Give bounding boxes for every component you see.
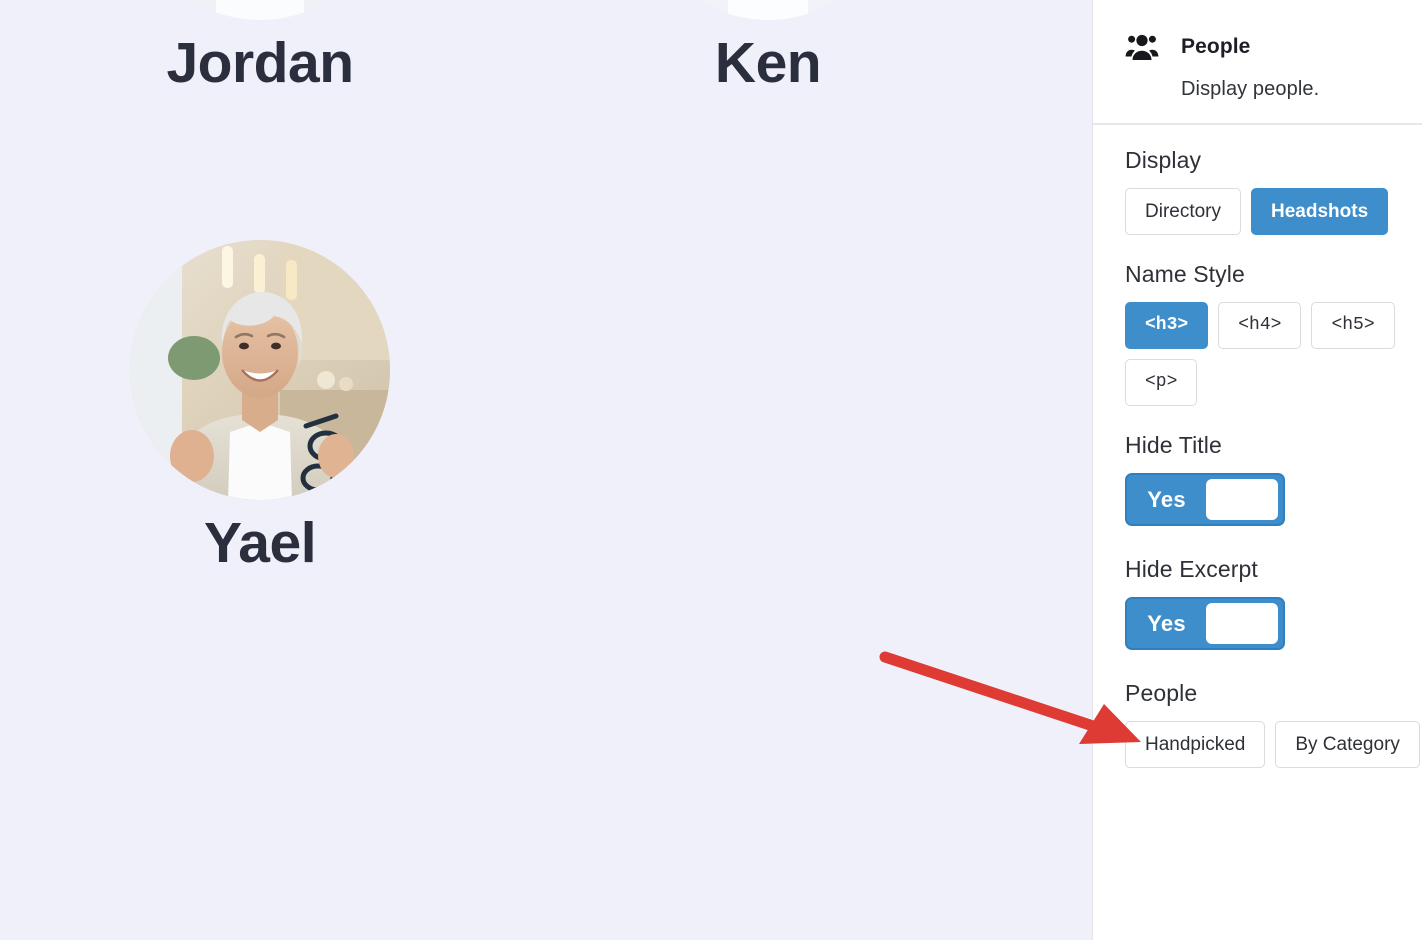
person-card-yael[interactable]: Yael [130, 240, 390, 574]
person-name: Jordan [166, 31, 354, 95]
field-label-hide-title: Hide Title [1125, 432, 1222, 458]
panel-body: Display Directory Headshots Name Style <… [1093, 125, 1422, 768]
display-option-directory[interactable]: Directory [1125, 188, 1242, 235]
field-people: People Handpicked By Category [1125, 680, 1422, 768]
display-option-headshots[interactable]: Headshots [1251, 188, 1389, 235]
hide-excerpt-toggle[interactable]: Yes [1125, 597, 1285, 650]
name-style-option-h4[interactable]: <h4> [1218, 302, 1302, 349]
field-name-style: Name Style <h3> <h4> <h5> <p> [1125, 261, 1422, 406]
panel-description: Display people. [1181, 78, 1320, 100]
field-display: Display Directory Headshots [1125, 147, 1422, 235]
hide-title-toggle-knob[interactable] [1206, 479, 1278, 520]
person-name: Yael [203, 511, 317, 575]
field-label-display: Display [1125, 147, 1202, 173]
hide-title-toggle[interactable]: Yes [1125, 473, 1285, 526]
person-name: Ken [714, 31, 822, 95]
people-group-icon [1125, 30, 1159, 64]
person-card-ken[interactable]: Ken [638, 0, 898, 94]
name-style-option-h3[interactable]: <h3> [1125, 302, 1209, 349]
button-group-name-style: <h3> <h4> <h5> <p> [1125, 302, 1422, 406]
button-group-display: Directory Headshots [1125, 188, 1422, 235]
name-style-option-h5[interactable]: <h5> [1311, 302, 1395, 349]
avatar [130, 240, 390, 500]
block-settings-panel: People Display people. Display Directory… [1092, 0, 1422, 940]
hide-excerpt-toggle-knob[interactable] [1206, 603, 1278, 644]
panel-title: People [1181, 35, 1251, 58]
hide-excerpt-toggle-label: Yes [1147, 610, 1186, 636]
person-card-jordan[interactable]: Jordan [130, 0, 390, 94]
name-style-option-p[interactable]: <p> [1125, 359, 1198, 406]
field-hide-excerpt: Hide Excerpt Yes [1125, 556, 1422, 650]
panel-header: People Display people. [1093, 0, 1422, 125]
people-block-editor: Jordan Ken Yael People Display people. D… [0, 0, 1422, 940]
button-group-people: Handpicked By Category [1125, 721, 1422, 768]
field-label-name-style: Name Style [1125, 261, 1245, 287]
block-preview-canvas: Jordan Ken Yael [0, 0, 1092, 940]
hide-title-toggle-label: Yes [1147, 486, 1186, 512]
people-option-by-category[interactable]: By Category [1275, 721, 1420, 768]
field-hide-title: Hide Title Yes [1125, 432, 1422, 526]
field-label-people: People [1125, 680, 1198, 706]
avatar [638, 0, 898, 20]
people-option-handpicked[interactable]: Handpicked [1125, 721, 1266, 768]
field-label-hide-excerpt: Hide Excerpt [1125, 556, 1258, 582]
avatar [130, 0, 390, 20]
